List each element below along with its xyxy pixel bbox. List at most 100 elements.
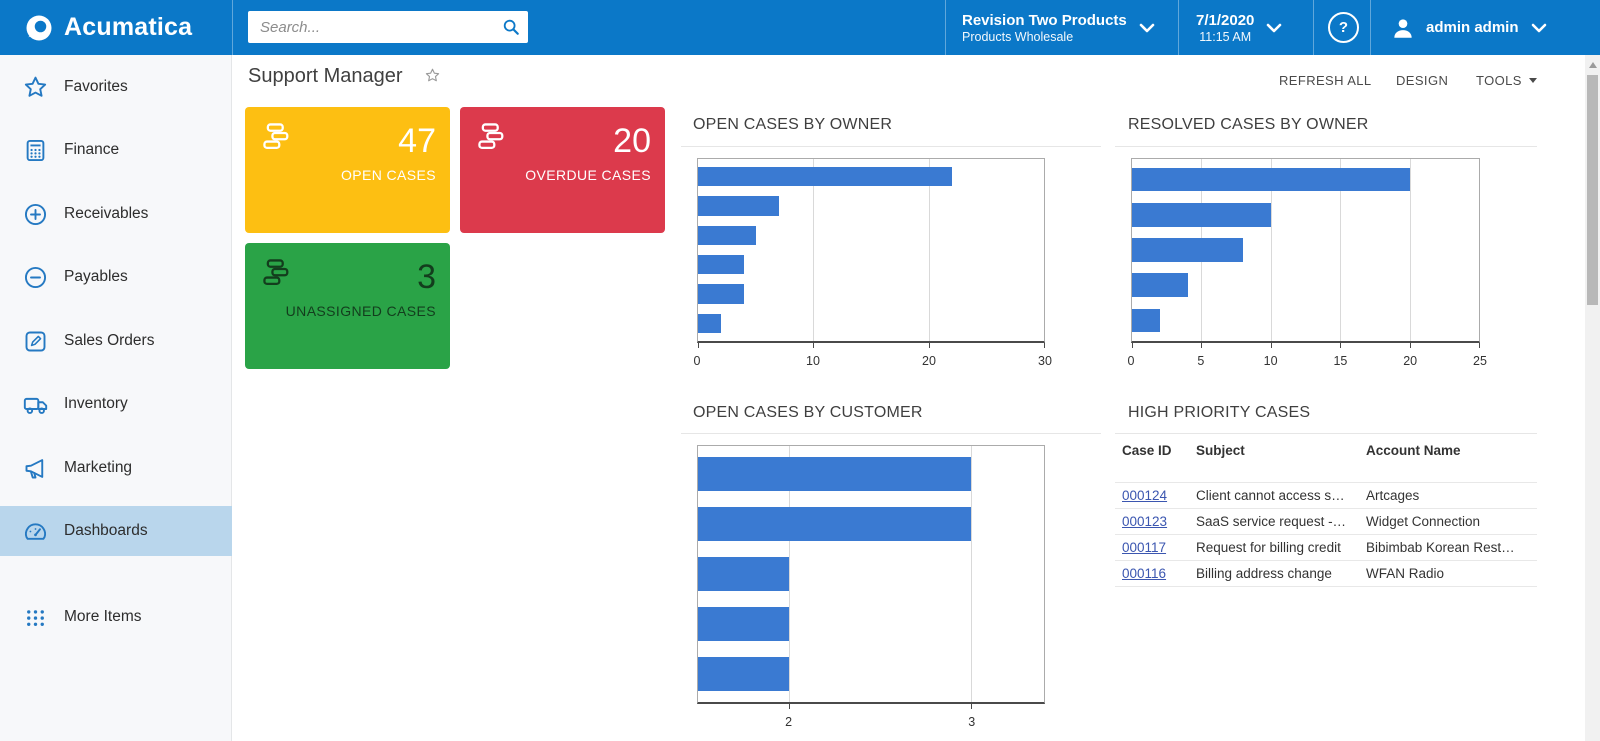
design-button[interactable]: DESIGN [1396,70,1448,90]
calculator-icon [26,139,45,161]
case-id-link[interactable]: 000117 [1122,540,1166,555]
bar-row [1132,234,1479,265]
plot-area [1131,158,1480,348]
column-header-subject[interactable]: Subject [1189,443,1359,459]
bar-row [698,451,1044,497]
kpi-card-unassigned-cases[interactable]: 3 UNASSIGNED CASES [245,243,450,369]
user-icon [1394,18,1412,38]
bar [698,225,756,245]
bar-row [698,252,1044,277]
x-axis-ticks: 23 [697,715,1045,731]
caret-down-icon [1528,77,1537,83]
logo-text: Acumatica [64,13,193,41]
minus-circle-icon [24,266,47,288]
column-header-case-id[interactable]: Case ID [1115,443,1189,459]
user-menu[interactable]: admin admin [1390,0,1547,55]
table-row: 000124 Client cannot access s… Artcages [1115,482,1537,508]
tick-label: 15 [1333,354,1348,368]
acumatica-app: Acumatica Revision Two Products Products… [0,0,1600,741]
tick-mark [1479,343,1480,348]
table-header-row: Case ID Subject Account Name [1115,440,1537,482]
bar-row [698,164,1044,189]
acumatica-logo-icon [26,15,52,40]
header-separator [945,0,946,55]
widget-title-resolved-cases-by-owner: RESOLVED CASES BY OWNER [1128,116,1369,133]
case-account: Widget Connection [1366,514,1481,529]
sidebar-item-label: More Items [64,608,142,625]
search-input[interactable] [258,17,494,37]
help-button[interactable]: ? [1328,0,1359,55]
search-icon[interactable] [494,11,528,43]
chevron-down-icon [1139,23,1155,32]
bar-row [698,193,1044,218]
x-axis-ticks: 0 10 20 30 [694,354,1052,370]
gauge-icon [25,522,46,540]
user-name: admin admin [1426,19,1519,36]
refresh-all-button[interactable]: REFRESH ALL [1279,70,1372,90]
scroll-up-arrow-icon[interactable] [1589,62,1597,68]
tools-label: TOOLS [1476,72,1522,88]
sidebar-item-sales-orders[interactable]: Sales Orders [0,316,232,366]
widget-divider [1115,433,1537,434]
tick-mark [1044,343,1045,348]
sidebar-item-favorites[interactable]: Favorites [0,62,232,112]
sidebar-item-finance[interactable]: Finance [0,125,232,175]
case-account: Bibimbab Korean Rest… [1366,540,1515,555]
column-header-account-name[interactable]: Account Name [1359,443,1537,459]
bar [698,313,722,333]
bar [1132,308,1160,333]
tick-mark [789,704,791,709]
favorite-star-icon[interactable] [424,67,441,84]
bar [1132,238,1244,262]
sidebar-item-label: Inventory [64,395,128,412]
sidebar-item-marketing[interactable]: Marketing [0,443,232,493]
business-date: 7/1/2020 [1196,11,1255,29]
kpi-value: 47 [398,122,436,160]
tick-mark [698,343,699,348]
tick-mark [1201,343,1203,348]
case-subject: Client cannot access s… [1196,488,1345,503]
design-label: DESIGN [1396,72,1449,88]
table-row: 000116 Billing address change WFAN Radio [1115,560,1537,587]
business-date-selector[interactable]: 7/1/2020 11:15 AM [1196,0,1282,55]
logo[interactable]: Acumatica [0,0,233,55]
widget-divider [681,146,1101,147]
tick-label: 5 [1197,354,1205,368]
top-header: Acumatica Revision Two Products Products… [0,0,1600,55]
kpi-label: OPEN CASES [340,167,436,183]
megaphone-icon [25,458,44,478]
bar [698,196,779,216]
bar-chart-open-cases-by-owner: 0 10 20 30 [694,158,1052,373]
global-search [248,11,528,43]
sidebar-item-payables[interactable]: Payables [0,252,232,302]
business-time: 11:15 AM [1199,29,1252,44]
bar [698,255,745,275]
bar-row [1132,305,1479,336]
bar [698,506,972,542]
chevron-down-icon [1267,23,1282,32]
tick-label: 10 [1263,354,1278,368]
case-id-link[interactable]: 000116 [1122,566,1166,581]
case-id-link[interactable]: 000124 [1122,488,1167,503]
case-id-link[interactable]: 000123 [1122,514,1167,529]
kpi-card-open-cases[interactable]: 47 OPEN CASES [245,107,450,233]
bar-row [698,281,1044,306]
company-selector[interactable]: Revision Two Products Products Wholesale [962,0,1155,55]
cases-icon [478,123,504,149]
tick-label: 20 [1403,354,1418,368]
tick-mark [1340,343,1342,348]
grid-dots-icon [27,609,44,626]
sidebar-item-inventory[interactable]: Inventory [0,379,232,429]
tools-button[interactable]: TOOLS [1476,70,1537,90]
scrollbar-thumb[interactable] [1587,75,1598,305]
kpi-card-overdue-cases[interactable]: 20 OVERDUE CASES [460,107,665,233]
table-row: 000123 SaaS service request -… Widget Co… [1115,508,1537,534]
bar-row [698,223,1044,248]
tick-label: 10 [806,354,820,368]
bar-row [698,601,1044,647]
sidebar-item-more-items[interactable]: More Items [0,592,232,642]
sidebar-item-dashboards[interactable]: Dashboards [0,506,232,556]
sidebar-item-receivables[interactable]: Receivables [0,189,232,239]
header-separator [1370,0,1371,55]
bar [698,656,790,692]
